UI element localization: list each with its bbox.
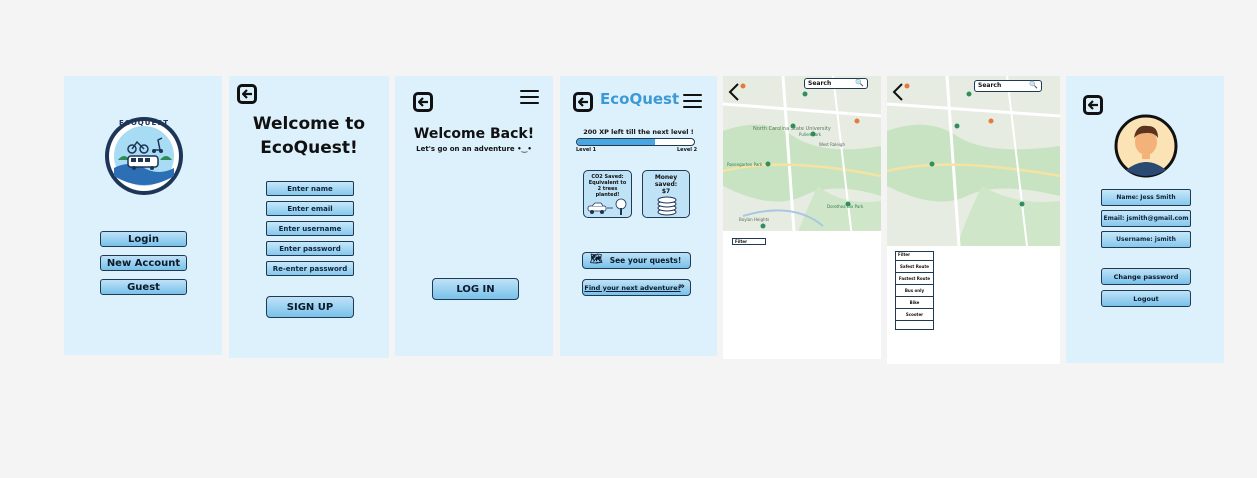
back-button[interactable] (1083, 95, 1103, 115)
filter-dropdown[interactable]: Filter Safest Route Fastest Route Bus on… (895, 251, 934, 330)
signup-screen: Welcome to EcoQuest! Enter name Enter em… (229, 76, 389, 358)
username-field[interactable]: Enter username (266, 221, 354, 236)
map-label-dorothea-dix: Dorothea Dix Park (827, 204, 864, 209)
new-account-button[interactable]: New Account (100, 255, 187, 271)
car-tree-icon (587, 198, 627, 215)
money-title: Money saved: (654, 174, 678, 188)
username-info: Username: jsmith (1101, 231, 1191, 248)
login-button[interactable]: LOG IN (432, 278, 519, 300)
co2-text: CO2 Saved: Equivalent to 2 trees planted… (588, 174, 627, 198)
back-chevron-icon[interactable] (728, 82, 740, 106)
profile-screen: Name: Jess Smith Email: jsmith@gmail.com… (1066, 76, 1224, 363)
name-info: Name: Jess Smith (1101, 189, 1191, 206)
map-view[interactable] (887, 76, 1060, 246)
map-screen: North Carolina State University Pullen P… (723, 76, 881, 359)
login-screen: Welcome Back! Let's go on an adventure •… (395, 76, 553, 356)
home-screen: EcoQuest 200 XP left till the next level… (560, 76, 717, 356)
search-icon: 🔍 (855, 79, 864, 87)
landing-screen: ECOQUEST Login New Account Guest (64, 76, 222, 355)
map-label-pullen-park: Pullen Park (799, 132, 822, 137)
back-arrow-icon (241, 89, 252, 99)
back-arrow-icon (417, 97, 428, 107)
back-button[interactable] (413, 92, 433, 112)
find-adventure-button[interactable]: Find your next adventure! » (582, 279, 691, 296)
email-field[interactable]: Enter email (266, 201, 354, 216)
change-password-button[interactable]: Change password (1101, 268, 1191, 285)
brand-title: EcoQuest (600, 90, 680, 108)
map-icon: 🗺 (590, 254, 603, 265)
guest-button[interactable]: Guest (100, 279, 187, 295)
welcome-title-line2: EcoQuest! (260, 138, 358, 158)
co2-card: CO2 Saved: Equivalent to 2 trees planted… (583, 170, 632, 218)
login-button[interactable]: Login (100, 231, 187, 247)
back-chevron-icon[interactable] (892, 82, 904, 106)
coins-icon (657, 196, 677, 216)
fast-forward-icon: » (678, 281, 685, 292)
filter-option-safest[interactable]: Safest Route (896, 261, 933, 273)
filter-option-header[interactable]: Filter (896, 252, 933, 261)
xp-progress-fill (577, 139, 656, 145)
name-field[interactable]: Enter name (266, 181, 354, 196)
ecoquest-logo: ECOQUEST (104, 116, 184, 196)
filter-option-bike[interactable]: Bike (896, 297, 933, 309)
filter-option-fastest[interactable]: Fastest Route (896, 273, 933, 285)
password-field[interactable]: Enter password (266, 241, 354, 256)
map-view[interactable]: North Carolina State University Pullen P… (723, 76, 881, 246)
map-label-west-raleigh: West Raleigh (819, 142, 845, 147)
map-label-boylan-heights: Boylan Heights (739, 217, 769, 222)
email-info: Email: jsmith@gmail.com (1101, 210, 1191, 227)
back-button[interactable] (573, 92, 593, 112)
back-arrow-icon (1087, 100, 1098, 110)
back-button[interactable] (237, 84, 257, 104)
filter-field[interactable]: Filter (732, 238, 766, 245)
welcome-title-line1: Welcome to (252, 114, 366, 134)
search-label: Search (978, 82, 1002, 89)
search-bar[interactable]: Search 🔍 (974, 80, 1042, 92)
search-bar[interactable]: Search 🔍 (804, 78, 868, 89)
xp-progress-bar (576, 138, 695, 146)
money-card: Money saved: $7 (642, 170, 690, 218)
menu-icon[interactable] (520, 90, 539, 104)
welcome-back-subtitle: Let's go on an adventure •‿• (416, 145, 532, 153)
logo-text: ECOQUEST (118, 119, 170, 127)
filter-option-scooter[interactable]: Scooter (896, 309, 933, 321)
level-right-label: Level 2 (677, 147, 698, 153)
menu-icon[interactable] (683, 94, 702, 108)
search-label: Search (808, 80, 832, 87)
see-quests-button[interactable]: 🗺 See your quests! (582, 252, 691, 269)
map-label-rosengarten: Rosengarten Park (727, 162, 763, 167)
search-icon: 🔍 (1029, 81, 1038, 89)
results-panel: Filter Safest Route Fastest Route Bus on… (887, 246, 1060, 364)
avatar (1114, 114, 1178, 178)
results-panel: Filter (723, 231, 881, 359)
filter-option-empty[interactable] (896, 321, 933, 329)
find-adventure-label: Find your next adventure! (584, 283, 681, 292)
xp-remaining-text: 200 XP left till the next level ! (583, 128, 694, 136)
welcome-back-title: Welcome Back! (413, 126, 535, 142)
back-arrow-icon (577, 97, 588, 107)
map-filter-screen: Search 🔍 Filter Safest Route Fastest Rou… (887, 76, 1060, 364)
logout-button[interactable]: Logout (1101, 290, 1191, 307)
see-quests-label: See your quests! (609, 256, 682, 265)
filter-option-bus[interactable]: Bus only (896, 285, 933, 297)
reenter-password-field[interactable]: Re-enter password (266, 261, 354, 276)
level-left-label: Level 1 (576, 147, 597, 153)
signup-button[interactable]: SIGN UP (266, 296, 354, 318)
